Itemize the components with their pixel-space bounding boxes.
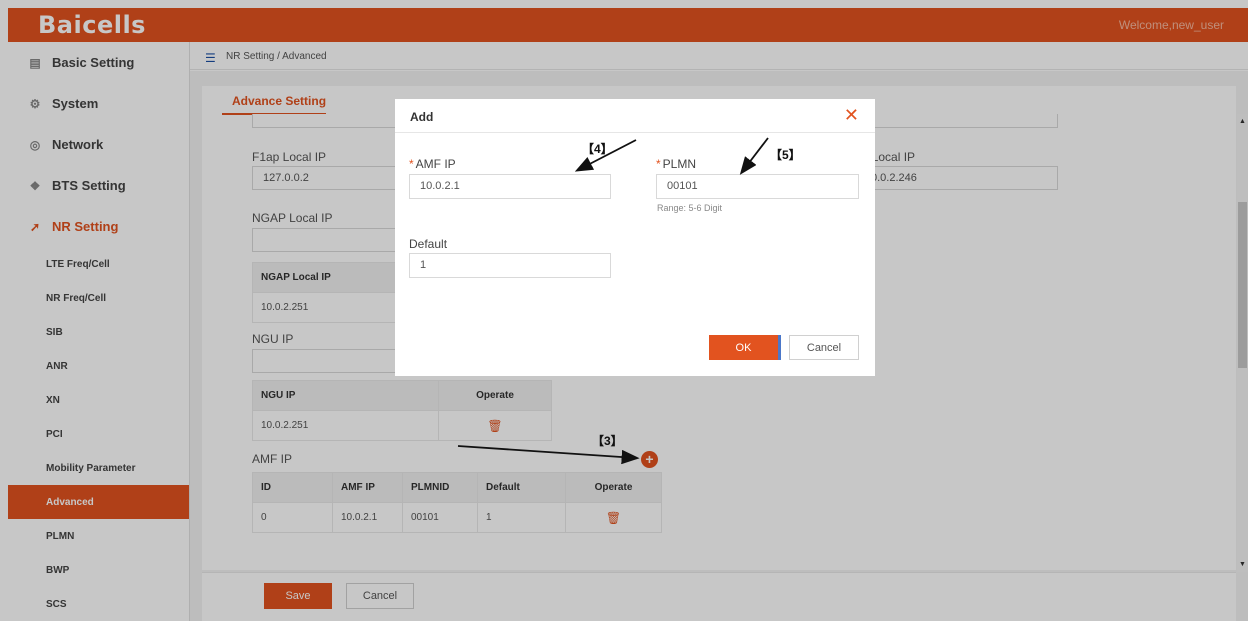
plmn-hint: Range: 5-6 Digit xyxy=(657,203,723,213)
annotation-3: 【3】 xyxy=(592,434,623,448)
amf-ip-input[interactable]: 10.0.2.1 xyxy=(409,174,611,199)
ok-button[interactable]: OK xyxy=(709,335,781,360)
annotation-5: 【5】 xyxy=(770,148,801,162)
annotation-4: 【4】 xyxy=(582,142,613,156)
default-input[interactable]: 1 xyxy=(409,253,611,278)
plmn-field-label: * PLMN xyxy=(656,157,697,171)
add-dialog: Add ✕ * AMF IP 10.0.2.1 * PLMN 00101 Range… xyxy=(395,99,875,376)
default-field-label: Default xyxy=(409,237,448,251)
close-icon[interactable]: ✕ xyxy=(844,105,859,126)
plmn-input[interactable]: 00101 xyxy=(656,174,859,199)
dialog-cancel-button[interactable]: Cancel xyxy=(789,335,859,360)
amf-ip-field-label: * AMF IP xyxy=(409,157,456,171)
dialog-title: Add xyxy=(410,110,434,124)
